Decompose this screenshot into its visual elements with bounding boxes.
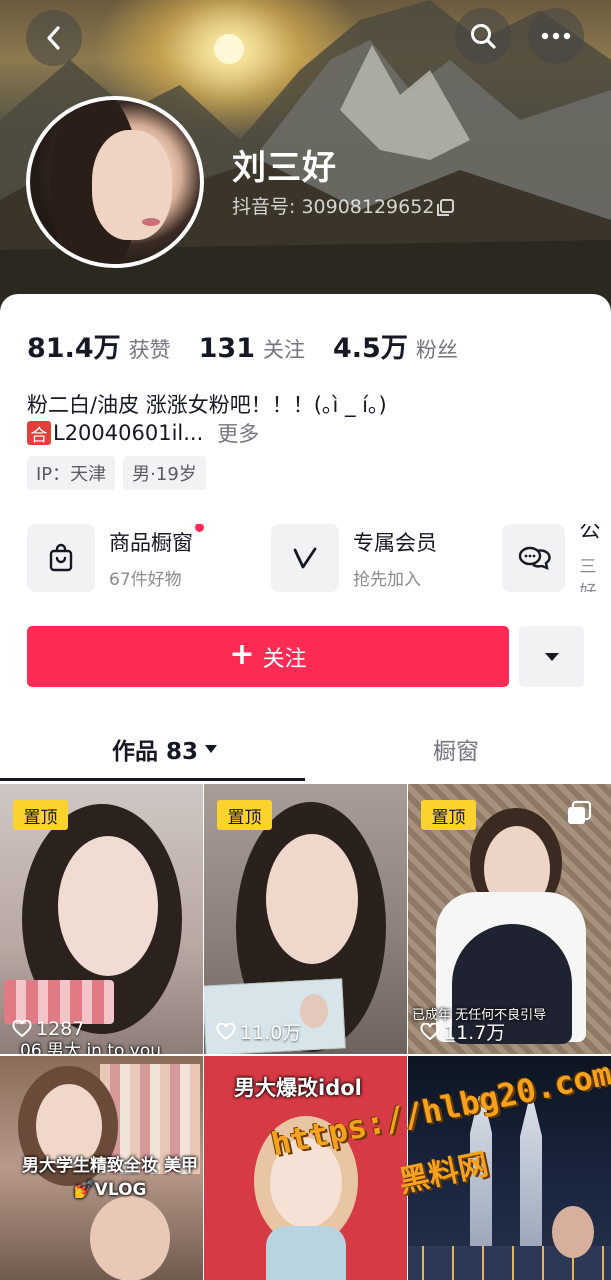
entry-subtitle: 67件好物: [109, 569, 182, 590]
pinned-badge: 置顶: [217, 800, 272, 830]
bio-line-2: 合 L20040601il... 更多: [27, 418, 259, 448]
douyin-id-text: 抖音号: 30908129652: [232, 196, 435, 218]
tab-works-label: 作品 83: [112, 739, 199, 765]
entry-membership[interactable]: 专属会员 抢先加入: [271, 524, 437, 592]
entry-shop-window[interactable]: 商品橱窗 67件好物: [27, 524, 204, 592]
pinned-badge: 置顶: [13, 800, 68, 830]
video-thumbnail-5[interactable]: 男大爆改idol: [204, 1056, 407, 1280]
bio-line-1: 粉二白/油皮 涨涨女粉吧！！！(｡ì _ í｡): [27, 393, 387, 417]
video-grid: 置顶 1287 06 男大 in to you 置顶 11.0万 置顶 已成年 …: [0, 784, 611, 1280]
avatar[interactable]: [26, 96, 204, 268]
stats-row: 81.4万 获赞 131 关注 4.5万 粉丝: [27, 326, 486, 365]
cooperation-badge: 合: [27, 421, 51, 446]
entry-title: 专属会员: [353, 530, 437, 555]
video-thumbnail-1[interactable]: 置顶 1287 06 男大 in to you: [0, 784, 203, 1054]
heart-outline-icon: [216, 1022, 236, 1040]
like-count: 11.0万: [216, 1018, 301, 1045]
entry-icon-box: [502, 524, 566, 592]
tab-works[interactable]: 作品 83: [112, 732, 218, 766]
entry-subtitle: 三好: [579, 557, 597, 592]
stat-followers[interactable]: 4.5万 粉丝: [333, 326, 458, 365]
shopping-bag-icon: [49, 543, 73, 572]
gender-age-tag: 男·19岁: [123, 456, 206, 490]
heart-outline-icon: [420, 1022, 440, 1040]
video-thumbnail-2[interactable]: 置顶 11.0万: [204, 784, 407, 1054]
profile-card: 81.4万 获赞 131 关注 4.5万 粉丝 粉二白/油皮 涨涨女粉吧！！！(…: [0, 294, 611, 784]
entry-icon-box: [271, 524, 339, 592]
entry-title: 商品橱窗: [109, 524, 204, 557]
bio-more-link[interactable]: 更多: [217, 418, 259, 448]
caret-down-icon: [544, 652, 559, 661]
stat-following[interactable]: 131 关注: [199, 333, 305, 364]
douyin-id[interactable]: 抖音号: 30908129652: [232, 192, 455, 219]
entry-icon-box: [27, 524, 95, 592]
video-caption: 06 男大 in to you: [20, 1041, 162, 1054]
username: 刘三好: [232, 148, 337, 188]
search-button[interactable]: [455, 8, 511, 64]
more-options-button[interactable]: [528, 8, 584, 64]
search-icon: [471, 24, 496, 49]
entry-title: 公: [579, 524, 601, 542]
ip-tag: IP：天津: [27, 456, 116, 490]
caret-down-icon: [205, 745, 218, 753]
stat-value: 131: [198, 333, 255, 364]
stat-label: 获赞: [128, 338, 171, 362]
entry-row: 商品橱窗 67件好物 专属会员 抢先加入 公 三好: [27, 524, 611, 592]
ellipsis-icon: [541, 32, 571, 40]
copy-icon[interactable]: [437, 198, 455, 216]
stat-value: 81.4万: [27, 333, 121, 364]
chevron-left-icon: [47, 26, 60, 50]
active-tab-indicator: [0, 778, 305, 781]
entry-group[interactable]: 公 三好: [502, 524, 611, 592]
pinned-badge: 置顶: [421, 800, 476, 830]
video-thumbnail-3[interactable]: 置顶 已成年 无任何不良引导 11.7万: [408, 784, 611, 1054]
video-caption: 男大学生精致全妆 美甲💅VLOG: [22, 1156, 198, 1200]
bio-line-2-text: L20040601il...: [53, 421, 204, 445]
like-count: 11.7万: [420, 1018, 505, 1045]
follow-dropdown-button[interactable]: [519, 626, 584, 687]
sun: [214, 34, 244, 64]
back-button[interactable]: [26, 10, 82, 66]
video-thumbnail-4[interactable]: 男大学生精致全妆 美甲💅VLOG: [0, 1056, 203, 1280]
v-member-icon: [293, 547, 317, 569]
chat-bubbles-icon: [518, 546, 551, 570]
tab-shop-window[interactable]: 橱窗: [433, 732, 479, 766]
follow-button[interactable]: + 关注: [27, 626, 509, 687]
stat-label: 粉丝: [415, 338, 458, 362]
notification-dot: [195, 524, 204, 532]
profile-tags: IP：天津 男·19岁: [27, 456, 206, 490]
multi-image-icon: [568, 800, 592, 824]
stat-value: 4.5万: [333, 333, 408, 364]
video-caption: 男大爆改idol: [234, 1076, 362, 1100]
stat-label: 关注: [263, 338, 305, 362]
follow-button-label: 关注: [262, 646, 307, 672]
entry-subtitle: 抢先加入: [353, 569, 421, 590]
plus-icon: +: [229, 637, 255, 672]
stat-likes: 81.4万 获赞: [27, 326, 171, 365]
content-tabs: 作品 83 橱窗: [0, 718, 611, 784]
